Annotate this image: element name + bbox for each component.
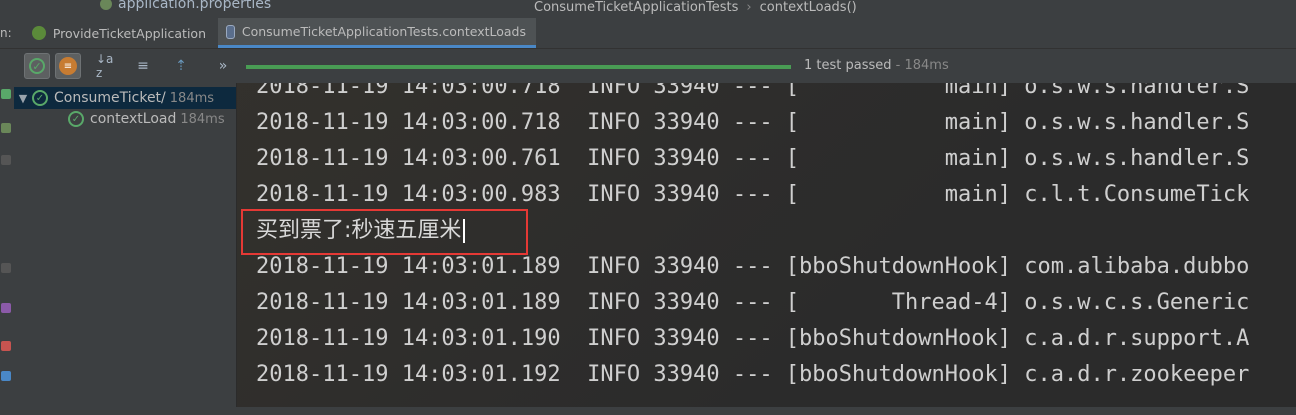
bottom-status-bar <box>0 407 1296 415</box>
passed-icon: ✓ <box>32 90 48 106</box>
properties-file-tab[interactable]: application.properties <box>100 0 271 12</box>
show-ignored-button[interactable]: ≡ <box>55 53 81 79</box>
log-line: 2018-11-19 14:03:00.761 INFO 33940 --- [… <box>256 146 1250 171</box>
sort-alpha-icon: ↓a z <box>96 52 114 80</box>
rerun-icon[interactable] <box>1 89 11 99</box>
more-actions-button[interactable]: » <box>210 53 236 79</box>
layout-icon[interactable] <box>1 263 11 273</box>
test-status-duration: - 184ms <box>891 58 949 73</box>
run-tab-bar: n: ProvideTicketApplication ConsumeTicke… <box>0 18 1296 49</box>
test-class-name: ConsumeTicket/ <box>54 90 166 106</box>
test-class-time: 184ms <box>169 90 215 106</box>
breadcrumb-method[interactable]: contextLoads() <box>760 0 857 15</box>
test-status-label: 1 test passed <box>804 58 892 73</box>
ignored-tests-icon: ≡ <box>59 57 77 75</box>
test-method-name: contextLoad <box>90 111 177 127</box>
breadcrumb-class[interactable]: ConsumeTicketApplicationTests <box>534 0 738 15</box>
close-icon[interactable] <box>1 341 11 351</box>
settings-icon[interactable] <box>1 155 11 165</box>
chevron-double-right-icon: » <box>218 58 228 74</box>
breadcrumb-separator: › <box>746 0 752 15</box>
pin-icon[interactable] <box>1 123 11 133</box>
test-progress-bar <box>246 65 791 69</box>
tab-label: ProvideTicketApplication <box>52 25 206 41</box>
log-line: 2018-11-19 14:03:01.189 INFO 33940 --- [… <box>256 290 1250 315</box>
breadcrumb: ConsumeTicketApplicationTests › contextLoa… <box>534 0 857 15</box>
run-label: n: <box>0 26 12 40</box>
expand-all-button[interactable]: ⇡ <box>168 53 194 79</box>
check-circle-icon: ✓ <box>29 58 45 74</box>
test-results-tree: ▼ ✓ ConsumeTicket/ 184ms ✓ contextLoad 1… <box>14 83 237 415</box>
file-name: application.properties <box>118 0 272 12</box>
junit-test-icon <box>226 24 235 39</box>
show-passed-button[interactable]: ✓ <box>24 53 50 79</box>
spring-app-icon <box>32 26 46 40</box>
sort-alphabetically-button[interactable]: ↓a z <box>96 52 122 80</box>
highlight-annotation-box <box>241 209 528 255</box>
expand-icon: ⇡ <box>175 58 187 74</box>
tab-consume-ticket-tests[interactable]: ConsumeTicketApplicationTests.contextLoa… <box>218 18 536 48</box>
left-tool-gutter <box>0 83 14 415</box>
test-progress-fill <box>246 65 791 69</box>
spring-leaf-icon <box>100 0 112 10</box>
tree-item-test-method[interactable]: ✓ contextLoad 184ms <box>68 108 225 130</box>
debug-icon[interactable] <box>1 303 11 313</box>
tab-label: ConsumeTicketApplicationTests.contextLoa… <box>241 24 526 39</box>
test-method-time: 184ms <box>180 111 225 127</box>
help-icon[interactable] <box>1 371 11 381</box>
tree-item-test-class[interactable]: ▼ ✓ ConsumeTicket/ 184ms <box>14 87 236 109</box>
tab-provide-ticket-application[interactable]: ProvideTicketApplication <box>24 18 216 48</box>
log-line: 2018-11-19 14:03:00.718 INFO 33940 --- [… <box>256 110 1250 135</box>
sort-duration-icon: ≡ <box>137 58 149 74</box>
passed-icon: ✓ <box>68 111 84 127</box>
log-line: 2018-11-19 14:03:01.192 INFO 33940 --- [… <box>256 362 1250 387</box>
log-line: 2018-11-19 14:03:00.983 INFO 33940 --- [… <box>256 182 1250 207</box>
log-line: 2018-11-19 14:03:01.190 INFO 33940 --- [… <box>256 326 1250 351</box>
sort-by-duration-button[interactable]: ≡ <box>130 53 156 79</box>
log-line: 2018-11-19 14:03:00.718 INFO 33940 --- [… <box>256 83 1250 99</box>
expand-arrow-icon[interactable]: ▼ <box>14 92 32 105</box>
editor-breadcrumb-strip: application.properties ConsumeTicketAppl… <box>0 0 1296 18</box>
test-status: 1 test passed - 184ms <box>804 58 949 73</box>
